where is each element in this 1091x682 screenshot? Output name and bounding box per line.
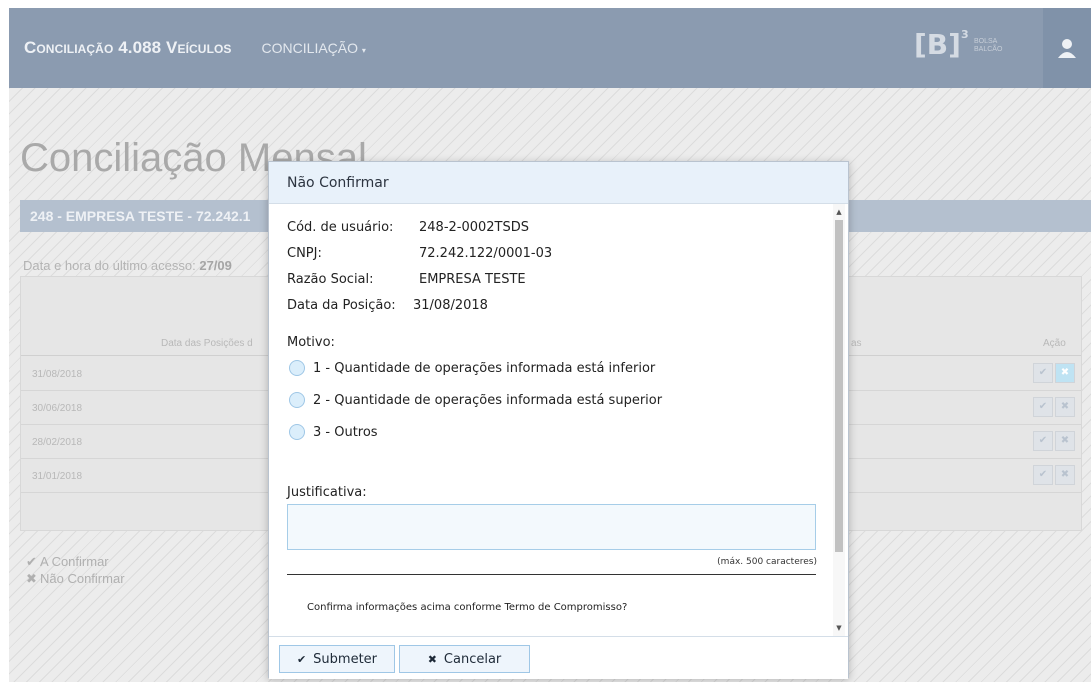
motivo-option-1-label: 1 - Quantidade de operações informada es… xyxy=(313,360,656,376)
user-icon xyxy=(1058,39,1076,58)
max-chars-hint: (máx. 500 caracteres) xyxy=(717,557,817,567)
legend-confirm: ✔ A Confirmar xyxy=(26,553,125,570)
user-code-value: 248-2-0002TSDS xyxy=(419,220,530,235)
b3-caption-2: BALCÃO xyxy=(974,46,1003,53)
user-menu-button[interactable] xyxy=(1043,8,1091,88)
user-code-row: Cód. de usuário: 248-2-0002TSDS xyxy=(287,220,529,235)
header-cas: as xyxy=(851,338,862,349)
radio-button[interactable] xyxy=(289,424,305,440)
not-confirm-dialog: Não Confirmar Cód. de usuário: 248-2-000… xyxy=(268,161,849,679)
cnpj-row: CNPJ: 72.242.122/0001-03 xyxy=(287,246,552,261)
check-icon: ✔ xyxy=(26,554,37,569)
not-confirm-row-button[interactable]: ✖ xyxy=(1055,363,1075,383)
scroll-thumb[interactable] xyxy=(835,220,843,552)
confirm-row-button[interactable]: ✔ xyxy=(1033,363,1053,383)
nav-menu-label: CONCILIAÇÃO xyxy=(261,40,359,56)
motivo-option-2[interactable]: 2 - Quantidade de operações informada es… xyxy=(289,392,662,408)
motivo-option-2-label: 2 - Quantidade de operações informada es… xyxy=(313,392,663,408)
not-confirm-row-button[interactable]: ✖ xyxy=(1055,431,1075,451)
check-icon: ✔ xyxy=(296,652,307,666)
submit-button[interactable]: ✔ Submeter xyxy=(279,645,395,673)
motivo-label: Motivo: xyxy=(287,335,335,350)
motivo-option-1[interactable]: 1 - Quantidade de operações informada es… xyxy=(289,360,655,376)
row-date: 31/08/2018 xyxy=(32,369,83,380)
razao-value: EMPRESA TESTE xyxy=(419,272,526,287)
motivo-option-3-label: 3 - Outros xyxy=(313,424,378,440)
navbar: Conciliação 4.088 Veículos CONCILIAÇÃO ▾… xyxy=(9,8,1091,88)
last-access-label: Data e hora do último acesso: xyxy=(23,258,196,273)
razao-row: Razão Social: EMPRESA TESTE xyxy=(287,272,526,287)
legend-confirm-label: A Confirmar xyxy=(40,554,109,569)
b3-logo: [B]3 xyxy=(914,28,969,61)
razao-label: Razão Social: xyxy=(287,272,374,287)
row-date: 28/02/2018 xyxy=(32,437,83,448)
b3-caption-1: BOLSA xyxy=(974,38,998,45)
nav-menu-conciliacao[interactable]: CONCILIAÇÃO ▾ xyxy=(262,40,366,56)
motivo-option-3[interactable]: 3 - Outros xyxy=(289,424,378,440)
justificativa-input[interactable] xyxy=(287,504,816,550)
confirm-row-button[interactable]: ✔ xyxy=(1033,397,1053,417)
close-icon: ✖ xyxy=(26,571,37,586)
cancel-button[interactable]: ✖ Cancelar xyxy=(399,645,530,673)
cnpj-label: CNPJ: xyxy=(287,246,322,261)
dialog-footer: ✔ Submeter ✖ Cancelar xyxy=(269,636,848,679)
app-brand[interactable]: Conciliação 4.088 Veículos xyxy=(24,38,232,58)
cnpj-value: 72.242.122/0001-03 xyxy=(419,246,553,261)
row-date: 30/06/2018 xyxy=(32,403,83,414)
last-access-value: 27/09 xyxy=(199,258,232,273)
justificativa-label: Justificativa: xyxy=(287,485,367,500)
header-acao: Ação xyxy=(1043,338,1066,349)
scroll-down-arrow-icon[interactable]: ▼ xyxy=(833,622,845,634)
radio-button[interactable] xyxy=(289,360,305,376)
confirm-row-button[interactable]: ✔ xyxy=(1033,465,1053,485)
divider xyxy=(287,574,816,575)
caret-down-icon: ▾ xyxy=(361,46,366,55)
not-confirm-row-button[interactable]: ✖ xyxy=(1055,465,1075,485)
radio-button[interactable] xyxy=(289,392,305,408)
dialog-scrollbar[interactable]: ▲ ▼ xyxy=(833,204,845,636)
header-date: Data das Posições d xyxy=(161,338,253,349)
b3-logo-text: [B] xyxy=(914,28,961,61)
cancel-label: Cancelar xyxy=(443,651,502,667)
last-access: Data e hora do último acesso: 27/09 xyxy=(23,258,232,273)
confirm-row-button[interactable]: ✔ xyxy=(1033,431,1053,451)
row-date: 31/01/2018 xyxy=(32,471,83,482)
submit-label: Submeter xyxy=(313,651,378,667)
close-icon: ✖ xyxy=(427,652,437,666)
data-posicao-value: 31/08/2018 xyxy=(413,298,488,313)
user-code-label: Cód. de usuário: xyxy=(287,220,394,235)
confirm-terms-text: Confirma informações acima conforme Term… xyxy=(307,602,628,613)
scroll-up-arrow-icon[interactable]: ▲ xyxy=(833,206,845,218)
dialog-title: Não Confirmar xyxy=(269,162,848,204)
data-posicao-row: Data da Posição: 31/08/2018 xyxy=(287,298,488,313)
b3-logo-caption: BOLSA BALCÃO xyxy=(974,38,1002,54)
legend-not-confirm: ✖ Não Confirmar xyxy=(26,570,125,587)
not-confirm-row-button[interactable]: ✖ xyxy=(1055,397,1075,417)
legend: ✔ A Confirmar ✖ Não Confirmar xyxy=(26,553,125,587)
legend-not-confirm-label: Não Confirmar xyxy=(40,571,125,586)
dialog-body: Cód. de usuário: 248-2-0002TSDS CNPJ: 72… xyxy=(269,204,835,636)
data-posicao-label: Data da Posição: xyxy=(287,298,396,313)
b3-logo-sup: 3 xyxy=(960,28,969,41)
